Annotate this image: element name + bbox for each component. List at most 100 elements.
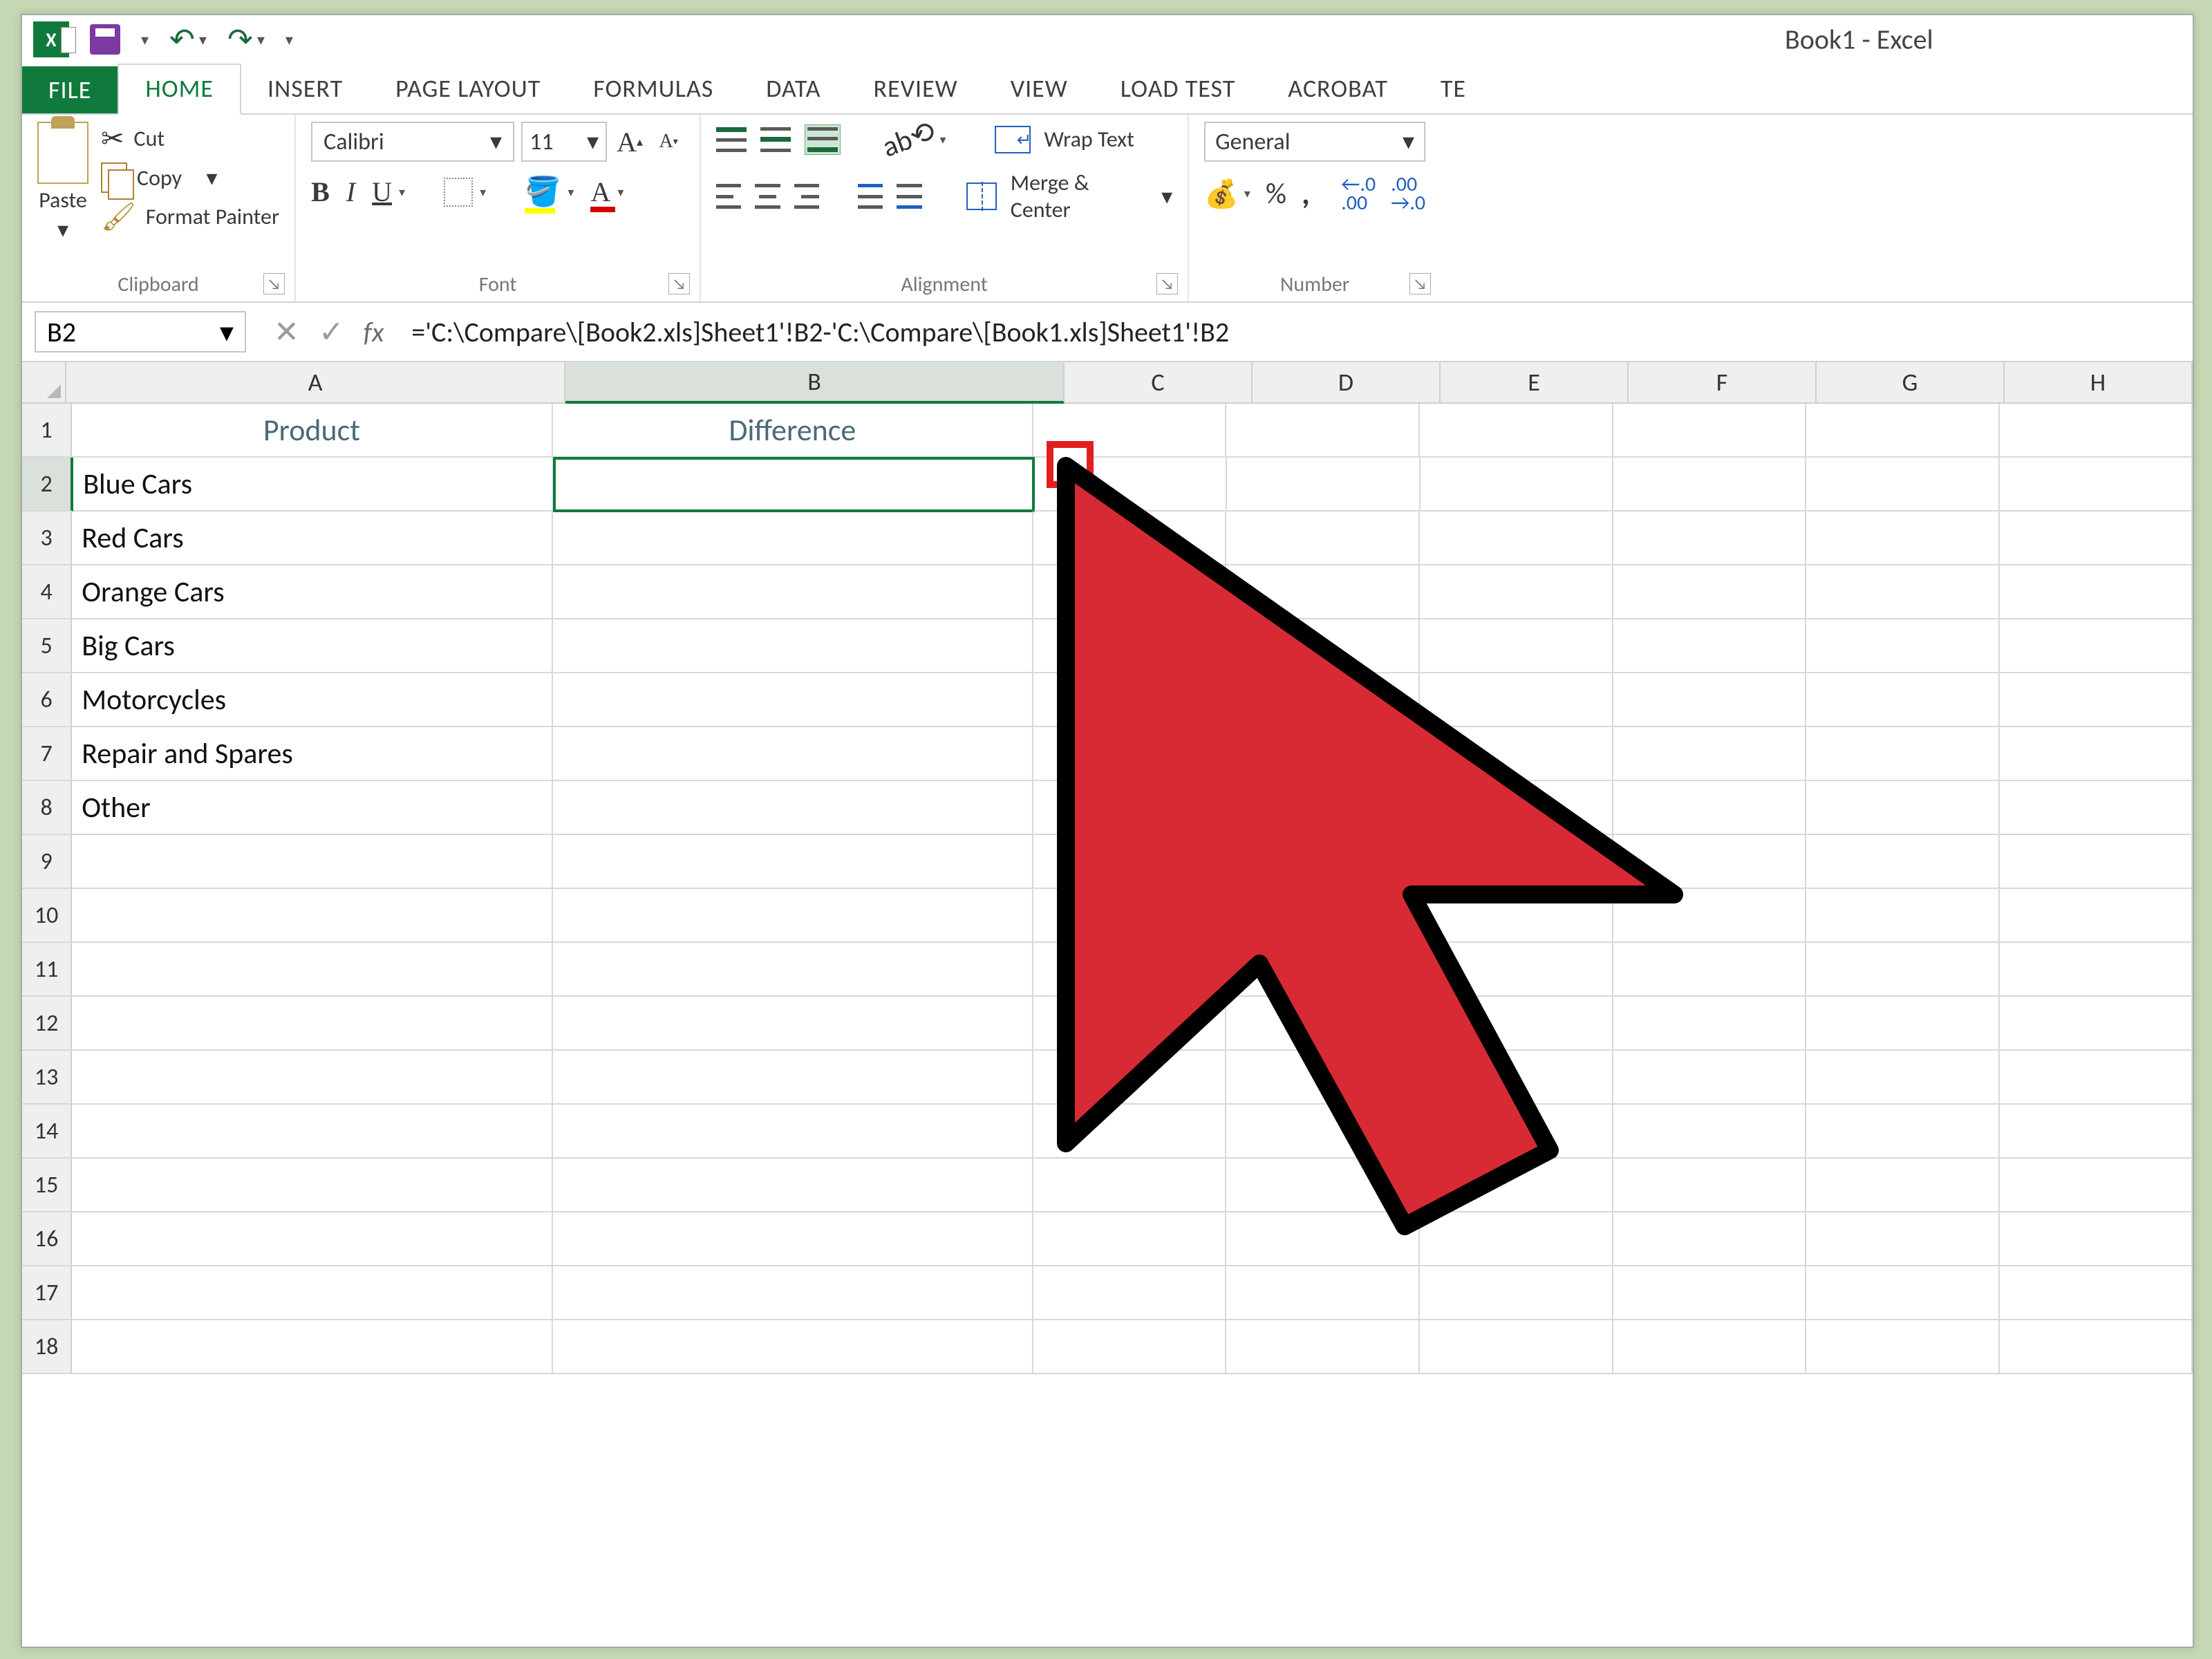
- cell-B3[interactable]: [553, 512, 1033, 565]
- cell-B12[interactable]: [553, 997, 1033, 1051]
- wrap-text-button[interactable]: Wrap Text: [1044, 126, 1134, 153]
- redo-button[interactable]: ↷▾: [227, 21, 265, 58]
- cell-E1[interactable]: [1420, 404, 1613, 458]
- merge-center-button[interactable]: Merge & Center: [1011, 169, 1129, 223]
- cell-G1[interactable]: [1806, 404, 2000, 458]
- name-box[interactable]: B2▾: [35, 311, 246, 353]
- italic-button[interactable]: I: [346, 176, 355, 208]
- worksheet-grid[interactable]: ABCDEFGH 1ProductDifference2Blue Cars3Re…: [22, 362, 2193, 1374]
- cell-G10[interactable]: [1806, 889, 2000, 943]
- cell-E16[interactable]: [1420, 1212, 1613, 1266]
- cell-A14[interactable]: [72, 1105, 552, 1159]
- fill-color-button[interactable]: 🪣: [525, 174, 561, 209]
- tab-view[interactable]: VIEW: [984, 65, 1094, 113]
- align-left-button[interactable]: [716, 184, 741, 209]
- cell-F18[interactable]: [1613, 1320, 1807, 1374]
- cell-A1[interactable]: Product: [72, 404, 552, 458]
- cell-E6[interactable]: [1420, 673, 1613, 727]
- row-header[interactable]: 7: [22, 727, 72, 781]
- cell-D8[interactable]: [1226, 781, 1420, 835]
- cell-G17[interactable]: [1806, 1266, 2000, 1320]
- format-painter-button[interactable]: 🖌Format Painter: [101, 200, 279, 234]
- cell-D17[interactable]: [1226, 1266, 1420, 1320]
- cell-D13[interactable]: [1226, 1051, 1420, 1105]
- column-header-H[interactable]: H: [2005, 362, 2193, 404]
- cell-E12[interactable]: [1420, 997, 1613, 1051]
- cell-D11[interactable]: [1226, 943, 1420, 997]
- cell-B15[interactable]: [553, 1159, 1033, 1212]
- cell-H17[interactable]: [2000, 1266, 2193, 1320]
- tab-data[interactable]: DATA: [740, 65, 847, 113]
- cell-D3[interactable]: [1226, 512, 1420, 565]
- row-header[interactable]: 5: [22, 619, 72, 673]
- cell-A18[interactable]: [72, 1320, 552, 1374]
- cell-G14[interactable]: [1806, 1105, 2000, 1159]
- paste-button[interactable]: Paste ▾: [37, 122, 88, 243]
- cell-E9[interactable]: [1420, 835, 1613, 889]
- tab-home[interactable]: HOME: [118, 64, 241, 115]
- bold-button[interactable]: B: [311, 176, 330, 208]
- cell-B16[interactable]: [553, 1212, 1033, 1266]
- cell-A5[interactable]: Big Cars: [72, 619, 552, 673]
- font-color-button[interactable]: A: [590, 176, 610, 208]
- cell-F11[interactable]: [1613, 943, 1807, 997]
- cell-D1[interactable]: [1226, 404, 1420, 458]
- cell-D4[interactable]: [1226, 565, 1420, 619]
- cell-B11[interactable]: [553, 943, 1033, 997]
- row-header[interactable]: 3: [22, 512, 72, 565]
- align-center-button[interactable]: [755, 184, 780, 209]
- qat-dropdown-icon[interactable]: ▾: [141, 30, 149, 49]
- cell-B6[interactable]: [553, 673, 1033, 727]
- cell-C5[interactable]: [1033, 619, 1227, 673]
- cell-H5[interactable]: [2000, 619, 2193, 673]
- cell-F17[interactable]: [1613, 1266, 1807, 1320]
- cell-C17[interactable]: [1033, 1266, 1227, 1320]
- paste-dropdown-icon[interactable]: ▾: [57, 216, 68, 243]
- row-header[interactable]: 15: [22, 1159, 72, 1212]
- cell-G9[interactable]: [1806, 835, 2000, 889]
- increase-indent-button[interactable]: [897, 184, 921, 209]
- borders-button[interactable]: [444, 178, 473, 207]
- cell-D14[interactable]: [1226, 1105, 1420, 1159]
- cell-D9[interactable]: [1226, 835, 1420, 889]
- align-bottom-button[interactable]: [805, 124, 841, 155]
- cell-G15[interactable]: [1806, 1159, 2000, 1212]
- cell-F10[interactable]: [1613, 889, 1807, 943]
- column-header-G[interactable]: G: [1817, 362, 2005, 404]
- tab-review[interactable]: REVIEW: [847, 65, 984, 113]
- cell-F2[interactable]: [1613, 458, 1806, 512]
- cell-H3[interactable]: [2000, 512, 2193, 565]
- cell-A10[interactable]: [72, 889, 552, 943]
- cell-H7[interactable]: [2000, 727, 2193, 781]
- cell-G5[interactable]: [1806, 619, 2000, 673]
- undo-button[interactable]: ↶▾: [169, 21, 207, 58]
- cell-H10[interactable]: [2000, 889, 2193, 943]
- cell-E11[interactable]: [1420, 943, 1613, 997]
- cell-C15[interactable]: [1033, 1159, 1227, 1212]
- cell-A15[interactable]: [72, 1159, 552, 1212]
- tab-file[interactable]: FILE: [22, 66, 118, 113]
- font-size-select[interactable]: 11▾: [521, 122, 607, 162]
- font-launcher-icon[interactable]: ↘: [668, 273, 690, 294]
- comma-format-button[interactable]: ,: [1302, 174, 1310, 213]
- cell-H16[interactable]: [2000, 1212, 2193, 1266]
- cell-A12[interactable]: [72, 997, 552, 1051]
- cell-B2[interactable]: [554, 458, 1034, 512]
- cell-B1[interactable]: Difference: [553, 404, 1033, 458]
- underline-button[interactable]: U: [372, 176, 392, 208]
- align-middle-button[interactable]: [760, 127, 791, 152]
- cell-C18[interactable]: [1033, 1320, 1227, 1374]
- cell-G16[interactable]: [1806, 1212, 2000, 1266]
- cell-E4[interactable]: [1420, 565, 1613, 619]
- cell-C12[interactable]: [1033, 997, 1227, 1051]
- cell-E2[interactable]: [1421, 458, 1613, 512]
- cell-G11[interactable]: [1806, 943, 2000, 997]
- cell-A7[interactable]: Repair and Spares: [72, 727, 552, 781]
- cell-F6[interactable]: [1613, 673, 1807, 727]
- cell-C10[interactable]: [1033, 889, 1227, 943]
- cell-F12[interactable]: [1613, 997, 1807, 1051]
- save-icon[interactable]: [90, 24, 120, 55]
- excel-app-icon[interactable]: X: [33, 21, 69, 57]
- row-header[interactable]: 8: [22, 781, 72, 835]
- cell-C9[interactable]: [1033, 835, 1227, 889]
